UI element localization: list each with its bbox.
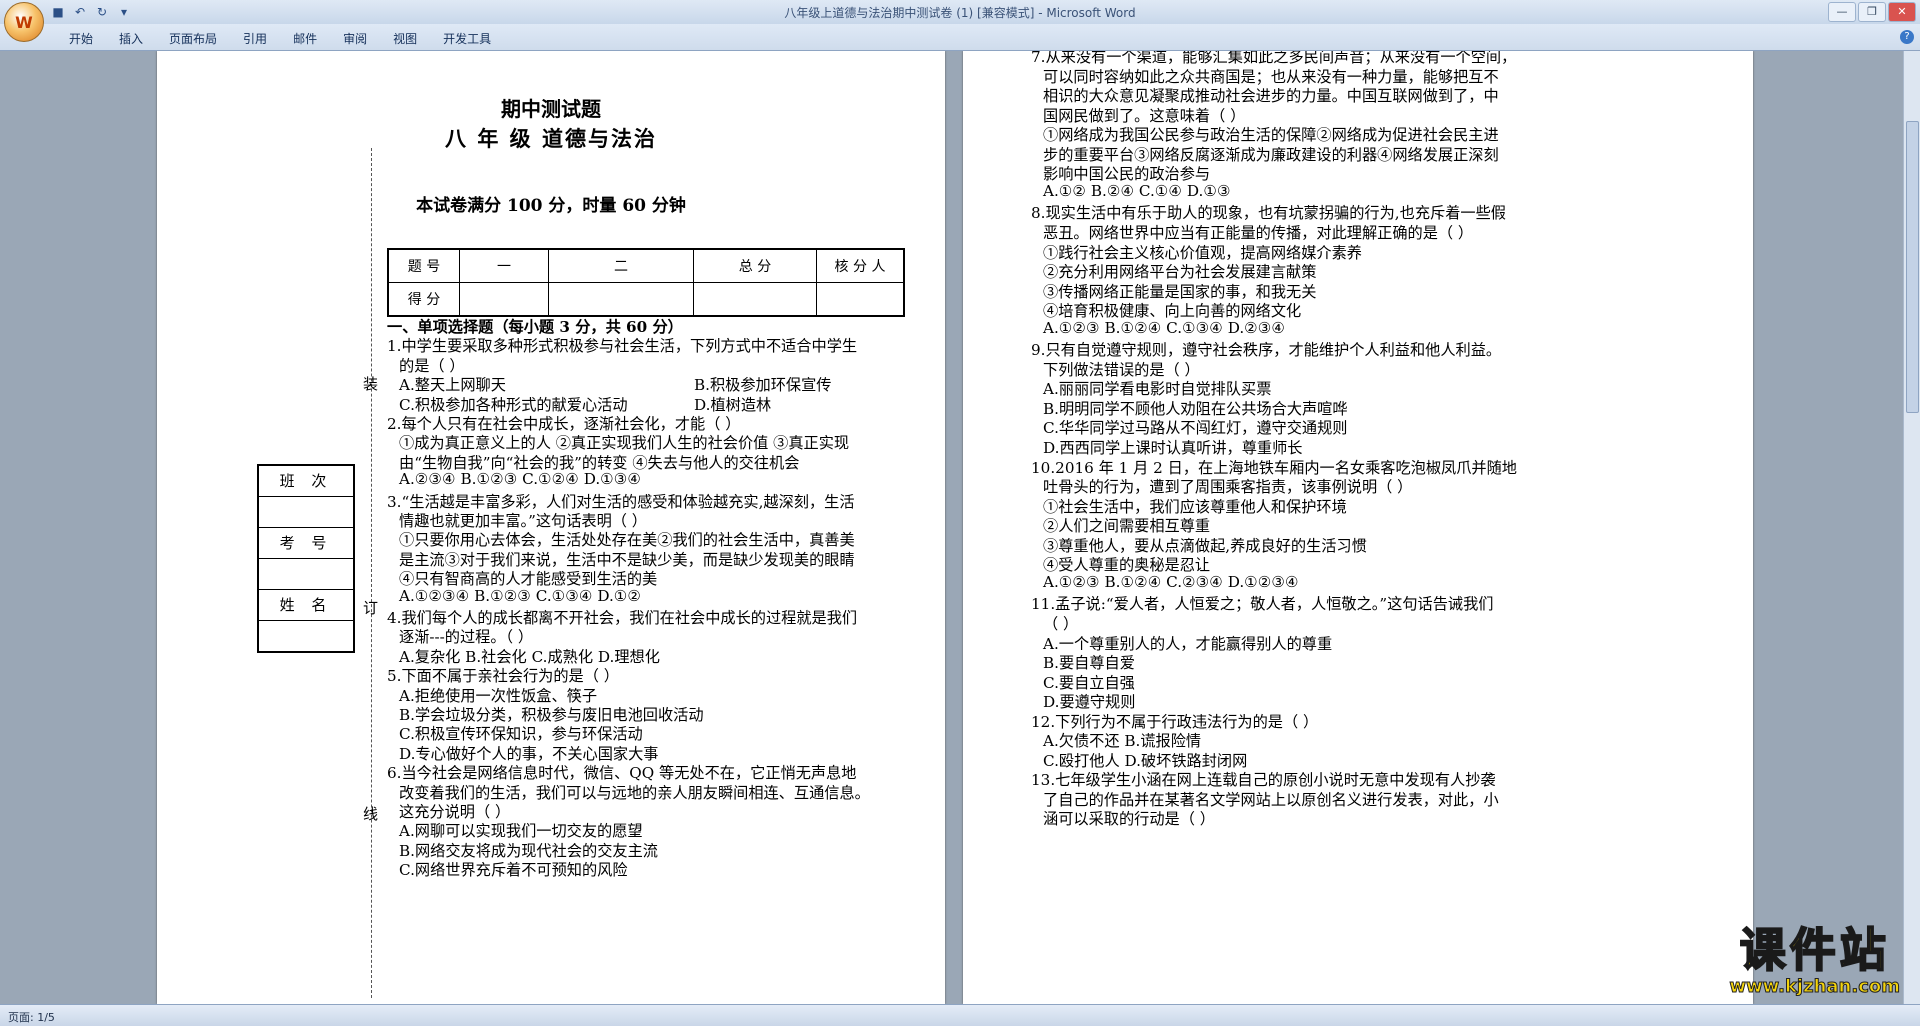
tab-insert[interactable]: 插入 xyxy=(106,30,156,47)
page-2: 7.从来没有一个渠道，能够汇集如此之多民间声音；从来没有一个空间， 可以同时容纳如… xyxy=(963,51,1753,1004)
info-label: 班 次 xyxy=(259,466,353,497)
binding-label: 线 xyxy=(363,805,379,823)
binding-line xyxy=(371,148,372,998)
help-icon[interactable]: ? xyxy=(1900,30,1914,44)
vertical-scrollbar[interactable] xyxy=(1903,51,1920,1004)
text-line: A.②③④ B.①②③ C.①②④ D.①③④ xyxy=(399,470,642,489)
binding-label: 装 xyxy=(363,375,379,393)
watermark-logo: 课件站 www.kjzhan.com xyxy=(1729,923,1901,998)
score-header: 题 号 xyxy=(387,248,460,283)
tab-references[interactable]: 引用 xyxy=(230,30,280,47)
text-line: A.①②③④ B.①②③ C.①③④ D.①② xyxy=(399,586,642,605)
document-workspace: 期中测试题 八 年 级 道德与法治 本试卷满分 100 分，时量 60 分钟 题… xyxy=(0,51,1910,1004)
watermark-brand: 课件站 xyxy=(1739,923,1890,977)
ribbon: 开始 插入 页面布局 引用 邮件 审阅 视图 开发工具 ? xyxy=(0,24,1920,51)
page-1: 期中测试题 八 年 级 道德与法治 本试卷满分 100 分，时量 60 分钟 题… xyxy=(157,51,945,1004)
score-header: 一 xyxy=(459,248,549,283)
info-field[interactable] xyxy=(259,497,353,528)
status-bar: 页面: 1/5 xyxy=(0,1004,1920,1026)
info-label: 姓 名 xyxy=(259,590,353,621)
text-line: A.①②③ B.①②④ C.②③④ D.①②③④ xyxy=(1043,572,1299,591)
scroll-thumb[interactable] xyxy=(1906,121,1919,413)
tab-developer[interactable]: 开发工具 xyxy=(430,30,504,47)
text-line: A.①② B.②④ C.①④ D.①③ xyxy=(1043,181,1231,200)
tab-view[interactable]: 视图 xyxy=(380,30,430,47)
score-cell[interactable] xyxy=(459,282,549,317)
watermark-url: www.kjzhan.com xyxy=(1729,976,1901,998)
exam-note: 本试卷满分 100 分，时量 60 分钟 xyxy=(416,196,686,216)
tab-mailings[interactable]: 邮件 xyxy=(280,30,330,47)
score-table: 题 号 一 二 总 分 核 分 人 得 分 xyxy=(387,248,905,317)
text-line: C.网络世界充斥着不可预知的风险 xyxy=(399,861,628,880)
minimize-icon[interactable]: — xyxy=(1828,2,1856,22)
window-title: 八年级上道德与法治期中测试卷 (1) [兼容模式] - Microsoft Wo… xyxy=(784,6,1136,20)
title-bar: ■ ↶ ↻ ▾ 八年级上道德与法治期中测试卷 (1) [兼容模式] - Micr… xyxy=(0,0,1920,24)
ribbon-tabs: 开始 插入 页面布局 引用 邮件 审阅 视图 开发工具 xyxy=(56,30,504,47)
score-header: 二 xyxy=(548,248,694,283)
text-line: 11.孟子说:“爱人者，人恒爱之；敬人者，人恒敬之。”这句话告诫我们 xyxy=(1031,595,1494,614)
info-field[interactable] xyxy=(259,621,353,651)
binding-label: 订 xyxy=(363,599,379,617)
score-cell[interactable] xyxy=(816,282,905,317)
maximize-icon[interactable]: ❐ xyxy=(1858,2,1886,22)
info-field[interactable] xyxy=(259,559,353,590)
window-controls: — ❐ ✕ xyxy=(1828,2,1916,22)
score-header: 核 分 人 xyxy=(816,248,905,283)
score-row-label: 得 分 xyxy=(387,282,460,317)
score-cell[interactable] xyxy=(693,282,817,317)
tab-home[interactable]: 开始 xyxy=(56,30,106,47)
exam-subtitle: 八 年 级 道德与法治 xyxy=(445,126,657,151)
text-line: A.①②③ B.①②④ C.①③④ D.②③④ xyxy=(1043,318,1286,337)
close-icon[interactable]: ✕ xyxy=(1888,2,1916,22)
office-logo-button[interactable]: W xyxy=(4,2,44,42)
tab-page-layout[interactable]: 页面布局 xyxy=(156,30,230,47)
score-header: 总 分 xyxy=(693,248,817,283)
student-info-box: 班 次 考 号 姓 名 xyxy=(257,464,355,653)
score-cell[interactable] xyxy=(548,282,694,317)
page-indicator[interactable]: 页面: 1/5 xyxy=(8,1009,55,1025)
tab-review[interactable]: 审阅 xyxy=(330,30,380,47)
exam-title: 期中测试题 xyxy=(501,97,601,121)
info-label: 考 号 xyxy=(259,528,353,559)
text-line: 涵可以采取的行动是（ ） xyxy=(1043,810,1215,829)
